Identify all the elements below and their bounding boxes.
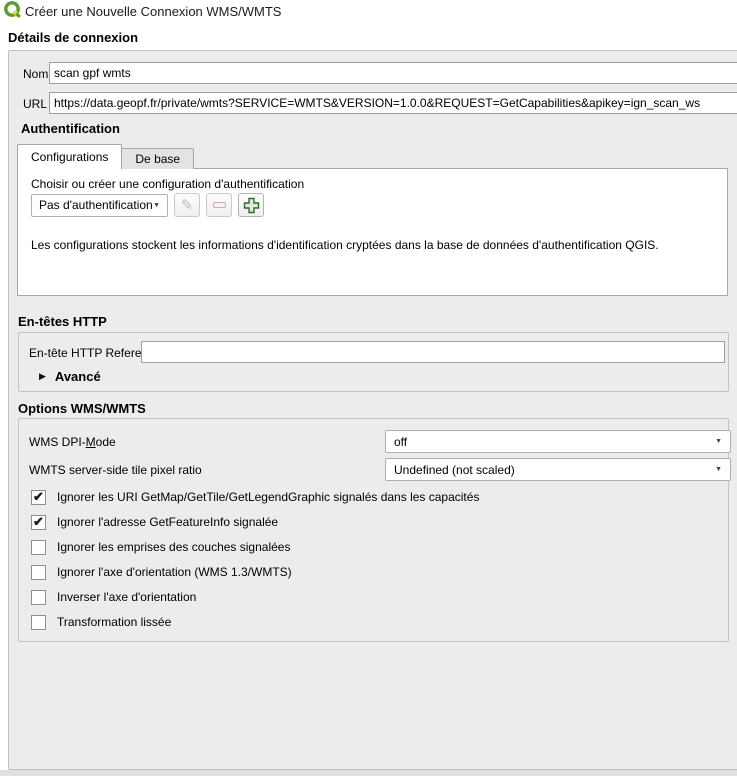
- pencil-icon: ✎: [180, 197, 194, 214]
- choose-config-label: Choisir ou créer une configuration d'aut…: [31, 177, 305, 191]
- auth-tabbar: Configurations De base: [17, 144, 195, 169]
- add-config-button[interactable]: [238, 193, 264, 217]
- referer-input[interactable]: [141, 341, 725, 363]
- referer-label: En-tête HTTP Referer: [29, 346, 146, 360]
- checkbox-label: Ignorer l'axe d'orientation (WMS 1.3/WMT…: [57, 565, 292, 579]
- smooth-pixmap-transform-checkbox[interactable]: ✔: [31, 614, 46, 630]
- checkbox-row-smooth-transform: ✔ Transformation lissée: [31, 614, 171, 630]
- checkbox-row-ignore-getfeatureinfo: ✔ Ignorer l'adresse GetFeatureInfo signa…: [31, 514, 278, 530]
- connection-details-groupbox: Nom URL Authentification Configurations …: [8, 50, 737, 770]
- name-label: Nom: [23, 67, 49, 81]
- window-bottom-edge: [0, 770, 737, 776]
- checkbox-row-ignore-uri: ✔ Ignorer les URI GetMap/GetTile/GetLege…: [31, 489, 479, 505]
- chevron-down-icon: ▼: [715, 466, 722, 473]
- window-title: Créer une Nouvelle Connexion WMS/WMTS: [25, 4, 282, 19]
- new-wms-connection-dialog: Créer une Nouvelle Connexion WMS/WMTS Dé…: [0, 0, 737, 776]
- authentication-title: Authentification: [21, 121, 120, 136]
- ignore-axis-orientation-checkbox[interactable]: ✔: [31, 564, 46, 580]
- checkmark-icon: ✔: [33, 513, 44, 529]
- checkmark-icon: ✔: [33, 488, 44, 504]
- dpi-mode-select-value: off: [394, 434, 408, 449]
- remove-config-button[interactable]: [206, 193, 232, 217]
- plus-icon: [243, 197, 259, 213]
- ignore-getfeatureinfo-checkbox[interactable]: ✔: [31, 513, 46, 530]
- checkbox-label: Transformation lissée: [57, 615, 172, 629]
- url-input[interactable]: [49, 92, 737, 114]
- tile-ratio-label: WMTS server-side tile pixel ratio: [29, 463, 202, 477]
- checkbox-label: Inverser l'axe d'orientation: [57, 590, 197, 604]
- name-input[interactable]: [49, 62, 737, 84]
- connection-details-title: Détails de connexion: [8, 30, 139, 45]
- minus-icon: [212, 202, 226, 208]
- chevron-down-icon: ▼: [715, 438, 722, 445]
- checkbox-label: Ignorer les URI GetMap/GetTile/GetLegend…: [57, 490, 480, 504]
- auth-config-select-value: Pas d'authentification: [39, 198, 153, 212]
- invert-axis-orientation-checkbox[interactable]: ✔: [31, 589, 46, 605]
- auth-info-text: Les configurations stockent les informat…: [31, 238, 659, 252]
- auth-tab-pane: Choisir ou créer une configuration d'aut…: [17, 168, 728, 296]
- qgis-logo-icon: [4, 1, 21, 18]
- ignore-getmap-uri-checkbox[interactable]: ✔: [31, 488, 46, 505]
- checkbox-label: Ignorer l'adresse GetFeatureInfo signalé…: [57, 515, 279, 529]
- auth-config-select[interactable]: Pas d'authentification ▼: [31, 193, 168, 217]
- checkbox-row-ignore-extents: ✔ Ignorer les emprises des couches signa…: [31, 539, 290, 555]
- wms-options-frame: WMS DPI-Mode off ▼ WMTS server-side tile…: [18, 418, 731, 642]
- tab-configurations[interactable]: Configurations: [17, 144, 123, 169]
- tile-ratio-select[interactable]: Undefined (not scaled) ▼: [385, 458, 731, 481]
- triangle-right-icon: ▶: [39, 371, 46, 381]
- dpi-mode-label: WMS DPI-Mode: [29, 435, 116, 449]
- ignore-layer-extents-checkbox[interactable]: ✔: [31, 539, 46, 555]
- http-headers-title: En-têtes HTTP: [18, 314, 107, 329]
- wms-options-title: Options WMS/WMTS: [18, 401, 146, 416]
- checkbox-row-ignore-axis: ✔ Ignorer l'axe d'orientation (WMS 1.3/W…: [31, 564, 292, 580]
- checkbox-row-invert-axis: ✔ Inverser l'axe d'orientation: [31, 589, 196, 605]
- url-label: URL: [23, 97, 48, 111]
- tile-ratio-select-value: Undefined (not scaled): [394, 462, 515, 477]
- chevron-down-icon: ▼: [153, 201, 160, 209]
- advanced-expander[interactable]: ▶ Avancé: [39, 369, 101, 384]
- edit-config-button[interactable]: ✎: [174, 193, 200, 217]
- http-headers-frame: En-tête HTTP Referer ▶ Avancé: [18, 332, 729, 392]
- auth-controls: Pas d'authentification ▼ ✎: [31, 193, 264, 217]
- dialog-titlebar: Créer une Nouvelle Connexion WMS/WMTS: [0, 0, 737, 24]
- tab-de-base[interactable]: De base: [122, 148, 195, 169]
- dpi-mode-select[interactable]: off ▼: [385, 430, 731, 453]
- advanced-label: Avancé: [54, 369, 101, 384]
- checkbox-label: Ignorer les emprises des couches signalé…: [57, 540, 291, 554]
